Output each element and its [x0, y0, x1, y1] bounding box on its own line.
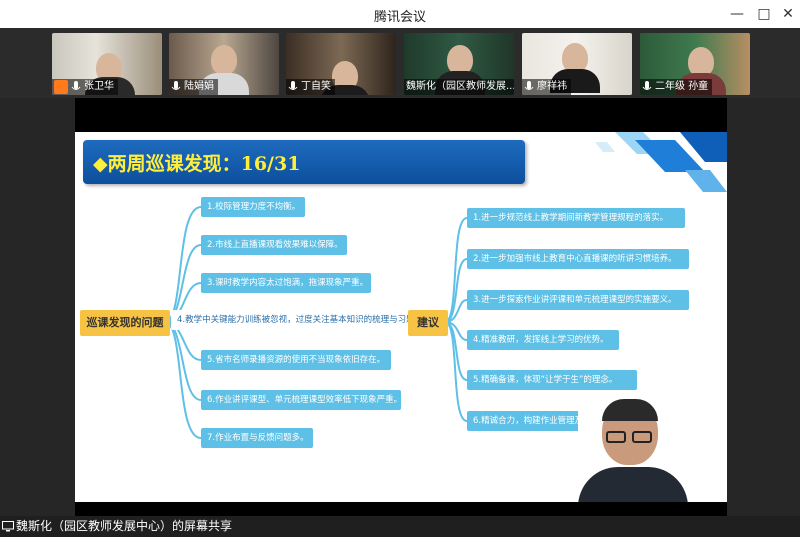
participant-nameplate: 廖祥祎 — [522, 79, 571, 95]
mic-icon — [524, 81, 534, 90]
problem-item: 5.省市名师录播资源的使用不当现象依旧存在。 — [201, 350, 391, 370]
participant-nameplate: 丁自笑 — [286, 79, 335, 95]
participant-tile[interactable]: 廖祥祎 — [522, 33, 632, 95]
participant-name: 魏斯化（园区教师发展... — [406, 81, 514, 92]
share-status-text: 魏斯化（园区教师发展中心）的屏幕共享 — [16, 519, 233, 533]
presenter-body — [578, 467, 688, 502]
suggestion-item: 4.精准教研，发挥线上学习的优势。 — [467, 330, 619, 350]
suggestion-item: 3.进一步探索作业讲评课和单元梳理课型的实施要义。 — [467, 290, 689, 310]
mic-icon — [642, 81, 652, 90]
close-icon[interactable]: ✕ — [778, 4, 798, 24]
glasses-right — [632, 431, 652, 443]
participant-strip: 张卫华 陆娟娟 丁自笑 魏斯化（园区教师发展... 廖祥祎 二年级 孙童 — [0, 28, 800, 98]
mic-icon — [288, 81, 298, 90]
problem-item: 1.校际管理力度不均衡。 — [201, 197, 305, 217]
screen-share-icon — [2, 521, 14, 532]
problem-item: 3.课时教学内容太过饱满，拖课现象严重。 — [201, 273, 371, 293]
title-bar: 腾讯会议 — □ ✕ — [0, 0, 800, 28]
participant-nameplate: 陆娟娟 — [169, 79, 218, 95]
participant-tile[interactable]: 陆娟娟 — [169, 33, 279, 95]
problem-item: 4.教学中关键能力训练被忽视，过度关注基本知识的梳理与习题讲 — [171, 310, 409, 330]
participant-tile[interactable]: 丁自笑 — [286, 33, 396, 95]
problem-item: 6.作业讲评课型、单元梳理课型效率低下现象严重。 — [201, 390, 401, 410]
maximize-icon[interactable]: □ — [754, 4, 774, 24]
participant-nameplate: 张卫华 — [52, 79, 118, 95]
suggestion-item: 1.进一步规范线上教学期间新教学管理规程的落实。 — [467, 208, 685, 228]
participant-name: 张卫华 — [84, 81, 114, 92]
participant-nameplate: 魏斯化（园区教师发展... — [404, 79, 514, 95]
participant-tile[interactable]: 张卫华 — [52, 33, 162, 95]
presenter-hair — [602, 399, 658, 421]
suggestions-hub: 建议 — [408, 310, 448, 336]
minimize-icon[interactable]: — — [727, 4, 747, 24]
host-icon — [54, 80, 68, 94]
participant-name: 陆娟娟 — [184, 81, 214, 92]
suggestion-item: 5.精确备课，体现“让学于生”的理念。 — [467, 370, 637, 390]
participant-tile[interactable]: 二年级 孙童 — [640, 33, 750, 95]
suggestion-item: 2.进一步加强市线上教育中心直播课的听讲习惯培养。 — [467, 249, 689, 269]
shared-slide: ◆两周巡课发现：16/31 巡课发现的问题 1.校际管理力度不均衡。 2.市线上… — [75, 132, 727, 502]
problem-item: 2.市线上直播课观看效果难以保障。 — [201, 235, 347, 255]
window-title: 腾讯会议 — [373, 10, 426, 25]
participant-name: 丁自笑 — [301, 81, 331, 92]
letterbox-bottom — [75, 502, 727, 516]
participant-name: 廖祥祎 — [537, 81, 567, 92]
screen-share-status: 魏斯化（园区教师发展中心）的屏幕共享 — [0, 516, 800, 537]
problems-hub: 巡课发现的问题 — [80, 310, 170, 336]
letterbox-top — [75, 98, 727, 132]
participant-name: 二年级 孙童 — [655, 81, 709, 92]
participant-nameplate: 二年级 孙童 — [640, 79, 713, 95]
presenter-video — [578, 397, 688, 502]
mic-icon — [71, 81, 81, 90]
mic-icon — [171, 81, 181, 90]
problem-item: 7.作业布置与反馈问题多。 — [201, 428, 313, 448]
glasses-left — [606, 431, 626, 443]
participant-face — [211, 45, 237, 75]
participant-tile[interactable]: 魏斯化（园区教师发展... — [404, 33, 514, 95]
